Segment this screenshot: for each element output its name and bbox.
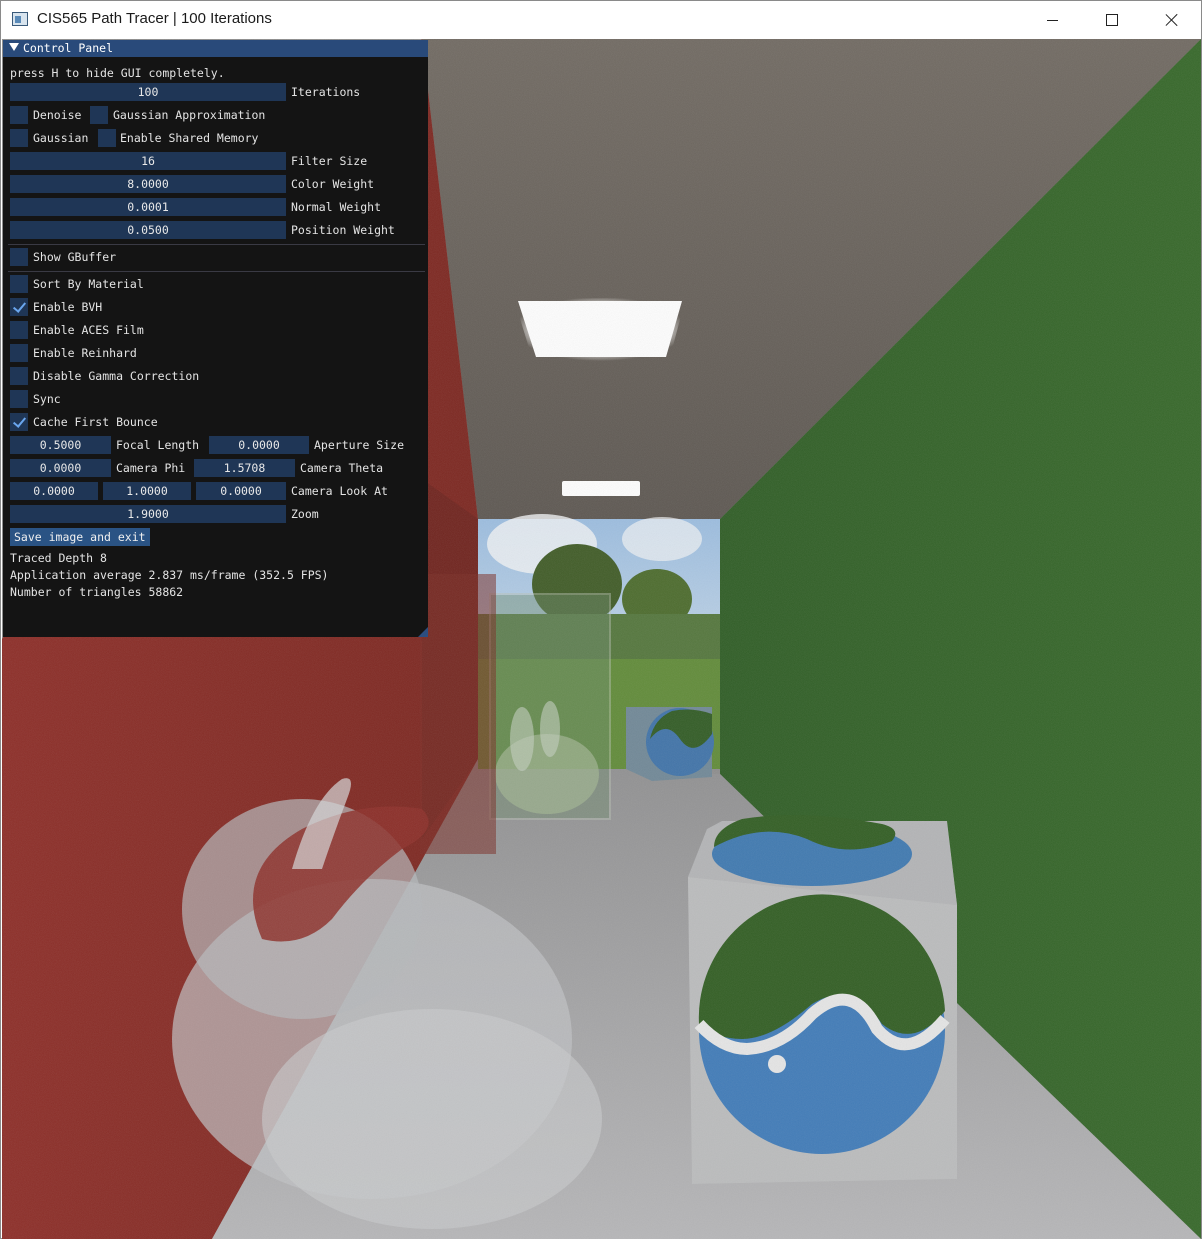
- enable-reinhard-checkbox[interactable]: [10, 344, 28, 362]
- app-window: CIS565 Path Tracer | 100 Iterations Cont…: [0, 0, 1202, 1239]
- hint-text: press H to hide GUI completely.: [10, 66, 225, 80]
- shared-memory-label: Enable Shared Memory: [120, 131, 259, 145]
- normal-weight-label: Normal Weight: [291, 200, 382, 214]
- camera-theta-field[interactable]: 1.5708: [194, 459, 295, 477]
- resize-grip-icon[interactable]: [418, 627, 428, 637]
- app-icon: [12, 12, 28, 26]
- color-weight-label: Color Weight: [291, 177, 375, 191]
- title-bar[interactable]: CIS565 Path Tracer | 100 Iterations: [1, 1, 1201, 39]
- gaussian-checkbox[interactable]: [10, 129, 28, 147]
- show-gbuffer-checkbox[interactable]: [10, 248, 28, 266]
- aperture-size-label: Aperture Size: [314, 438, 405, 452]
- zoom-field[interactable]: 1.9000: [10, 505, 286, 523]
- denoise-label: Denoise: [33, 108, 82, 122]
- camera-look-at-z-field[interactable]: 0.0000: [196, 482, 286, 500]
- control-panel: Control Panel press H to hide GUI comple…: [3, 40, 428, 637]
- collapse-arrow-icon[interactable]: [9, 43, 19, 51]
- minimize-button[interactable]: [1022, 1, 1082, 39]
- separator: [8, 271, 425, 272]
- enable-bvh-checkbox[interactable]: [10, 298, 28, 316]
- camera-look-at-label: Camera Look At: [291, 484, 388, 498]
- separator: [8, 244, 425, 245]
- sort-by-material-checkbox[interactable]: [10, 275, 28, 293]
- camera-theta-label: Camera Theta: [300, 461, 384, 475]
- control-panel-title: Control Panel: [23, 41, 114, 55]
- gaussian-label: Gaussian: [33, 131, 89, 145]
- triangle-count-text: Number of triangles 58862: [10, 585, 184, 599]
- camera-phi-label: Camera Phi: [116, 461, 186, 475]
- gaussian-approximation-label: Gaussian Approximation: [113, 108, 266, 122]
- position-weight-label: Position Weight: [291, 223, 395, 237]
- normal-weight-field[interactable]: 0.0001: [10, 198, 286, 216]
- minimize-icon: [1046, 19, 1058, 21]
- disable-gamma-checkbox[interactable]: [10, 367, 28, 385]
- color-weight-field[interactable]: 8.0000: [10, 175, 286, 193]
- denoise-checkbox[interactable]: [10, 106, 28, 124]
- focal-length-label: Focal Length: [116, 438, 200, 452]
- save-image-and-exit-button[interactable]: Save image and exit: [10, 528, 150, 546]
- disable-gamma-label: Disable Gamma Correction: [33, 369, 200, 383]
- maximize-button[interactable]: [1082, 1, 1142, 39]
- window-title: CIS565 Path Tracer | 100 Iterations: [37, 10, 272, 27]
- iterations-label: Iterations: [291, 85, 361, 99]
- close-button[interactable]: [1142, 1, 1202, 39]
- camera-look-at-x-field[interactable]: 0.0000: [10, 482, 98, 500]
- cache-first-bounce-label: Cache First Bounce: [33, 415, 158, 429]
- enable-aces-film-checkbox[interactable]: [10, 321, 28, 339]
- shared-memory-checkbox[interactable]: [98, 129, 116, 147]
- gaussian-approximation-checkbox[interactable]: [90, 106, 108, 124]
- zoom-label: Zoom: [291, 507, 319, 521]
- enable-reinhard-label: Enable Reinhard: [33, 346, 137, 360]
- show-gbuffer-label: Show GBuffer: [33, 250, 117, 264]
- sync-checkbox[interactable]: [10, 390, 28, 408]
- application-average-text: Application average 2.837 ms/frame (352.…: [10, 568, 329, 582]
- camera-look-at-y-field[interactable]: 1.0000: [103, 482, 191, 500]
- sync-label: Sync: [33, 392, 61, 406]
- cache-first-bounce-checkbox[interactable]: [10, 413, 28, 431]
- enable-bvh-label: Enable BVH: [33, 300, 103, 314]
- close-icon: [1165, 13, 1179, 27]
- filter-size-label: Filter Size: [291, 154, 368, 168]
- camera-phi-field[interactable]: 0.0000: [10, 459, 111, 477]
- focal-length-field[interactable]: 0.5000: [10, 436, 111, 454]
- iterations-field[interactable]: 100: [10, 83, 286, 101]
- control-panel-header[interactable]: Control Panel: [3, 40, 428, 57]
- enable-aces-film-label: Enable ACES Film: [33, 323, 144, 337]
- sort-by-material-label: Sort By Material: [33, 277, 144, 291]
- maximize-icon: [1106, 14, 1118, 26]
- position-weight-field[interactable]: 0.0500: [10, 221, 286, 239]
- traced-depth-text: Traced Depth 8: [10, 551, 107, 565]
- filter-size-field[interactable]: 16: [10, 152, 286, 170]
- aperture-size-field[interactable]: 0.0000: [209, 436, 309, 454]
